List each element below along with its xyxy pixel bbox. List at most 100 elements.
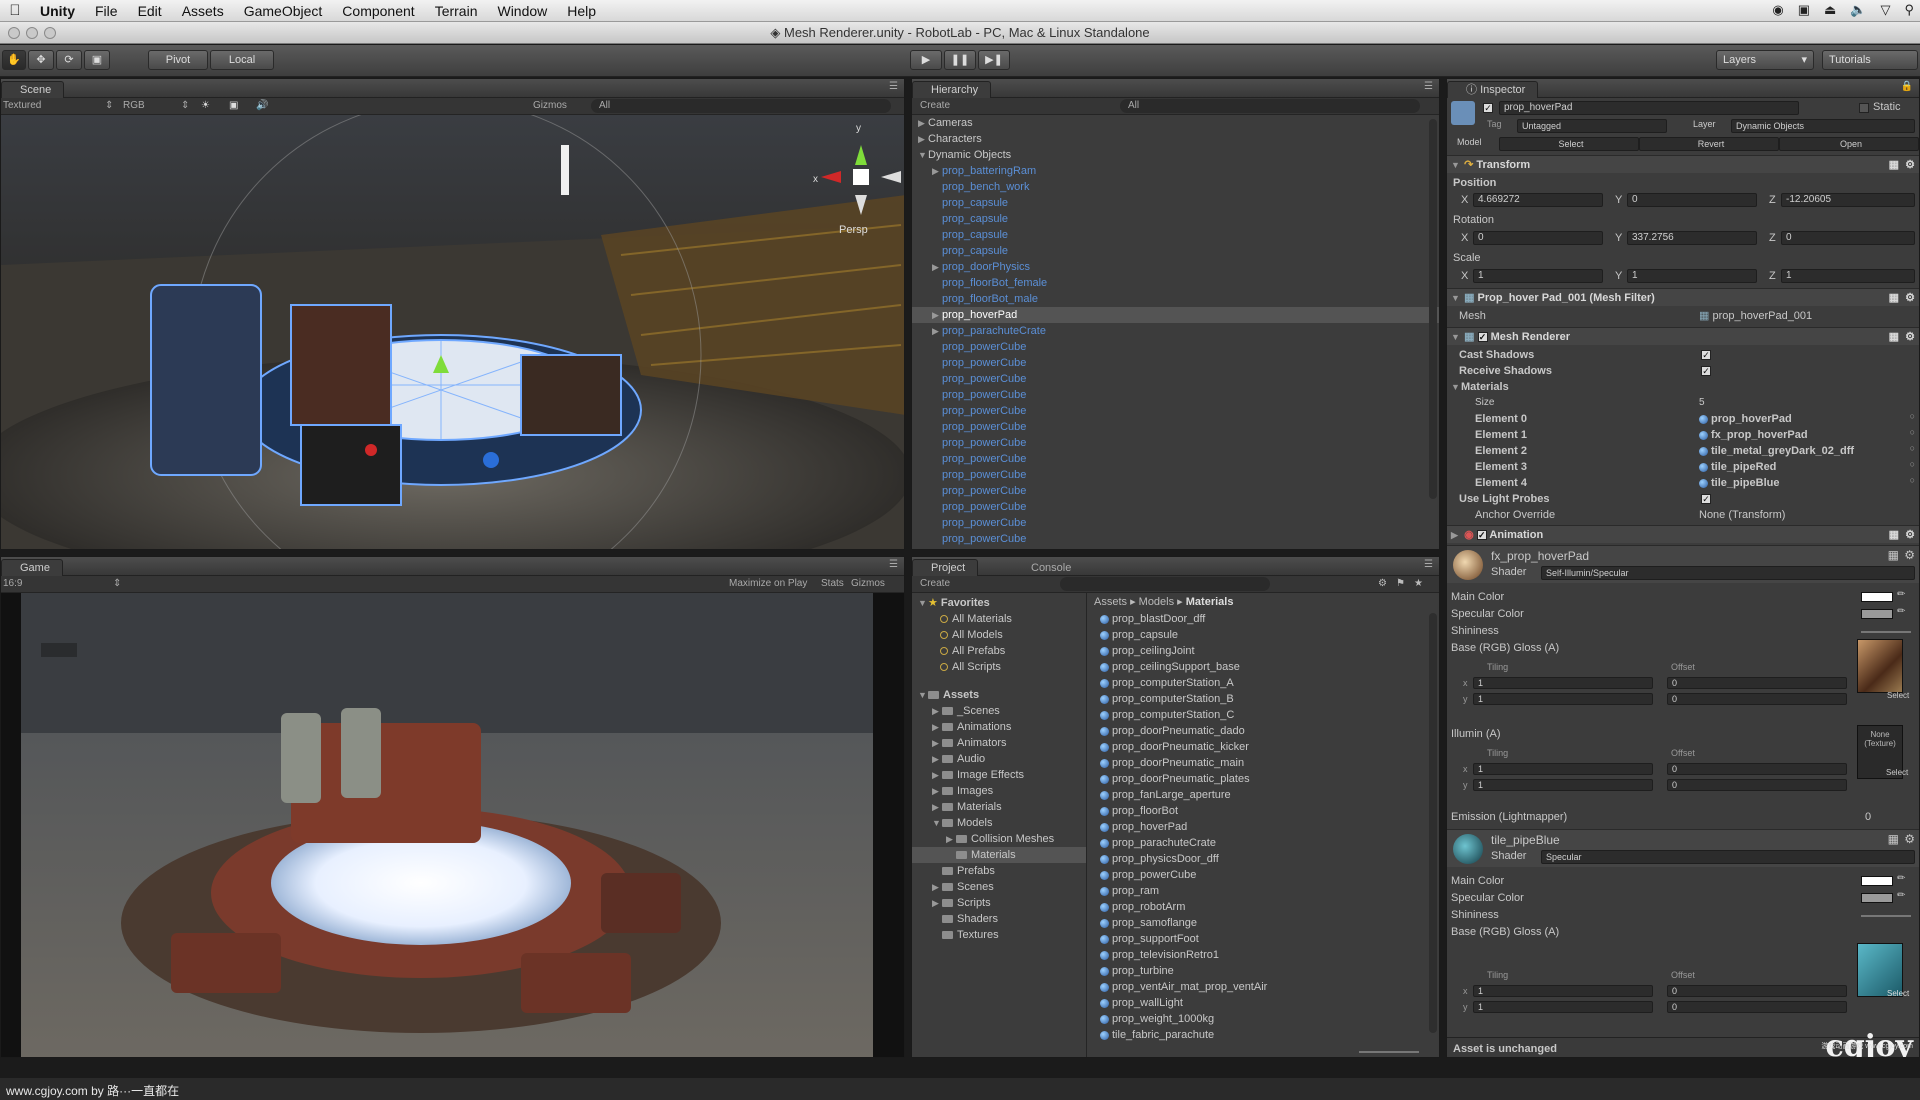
wifi-icon[interactable]: ▽ [1880,2,1890,18]
scene-image-icon[interactable]: ▣ [229,98,238,114]
local-toggle[interactable]: Local [210,50,274,70]
icon-size-slider[interactable] [1359,1051,1419,1053]
tab-console[interactable]: Console [1012,559,1084,576]
tiling-y-field[interactable]: 1 [1473,693,1653,705]
scale-x-field[interactable]: 1 [1473,269,1603,283]
position-x-field[interactable]: 4.669272 [1473,193,1603,207]
hierarchy-item[interactable]: ▶ prop_batteringRam [912,163,1439,179]
menu-edit[interactable]: Edit [128,3,172,19]
expand-arrow-icon[interactable]: ▼ [918,147,928,163]
main-color-swatch[interactable] [1861,876,1893,886]
materials-size-field[interactable]: 5 [1699,395,1919,411]
material-file-item[interactable]: prop_floorBot [1100,803,1427,819]
model-select-button[interactable]: Select [1499,137,1639,151]
lock-icon[interactable]: 🔒 [1901,81,1913,92]
tab-game[interactable]: Game [1,559,63,576]
hierarchy-item[interactable]: prop_powerCube [912,531,1439,547]
menu-gameobject[interactable]: GameObject [234,3,333,19]
material-element-field[interactable]: tile_pipeRed [1699,459,1919,475]
hierarchy-item[interactable]: prop_floorBot_male [912,291,1439,307]
folder-item[interactable]: ▶ Materials [912,799,1086,815]
favorite-item[interactable]: All Scripts [940,659,1086,675]
base-texture-select[interactable]: Select [1887,691,1909,700]
favorite-item[interactable]: All Materials [940,611,1086,627]
hierarchy-item[interactable]: ▶ Characters [912,131,1439,147]
rotate-tool-button[interactable]: ⟳ [56,50,82,70]
scene-audio-icon[interactable]: 🔊 [256,98,268,114]
hand-tool-button[interactable]: ✋ [2,50,26,70]
transform-header[interactable]: ▼ ↷ Transform ▦ ⚙ [1447,155,1919,173]
material-element-field[interactable]: tile_metal_greyDark_02_dff [1699,443,1919,459]
folder-item[interactable]: ▼ Models [912,815,1086,831]
material-file-item[interactable]: prop_computerStation_B [1100,691,1427,707]
expand-arrow-icon[interactable]: ▼ [918,595,928,611]
menu-file[interactable]: File [85,3,128,19]
hierarchy-item[interactable]: prop_powerCube [912,339,1439,355]
layer-dropdown[interactable]: Dynamic Objects [1731,119,1915,133]
panel-menu-icon[interactable]: ☰ [1424,81,1433,92]
material-pipe-blue-header[interactable]: tile_pipeBlue Shader Specular ▦ ⚙ [1447,829,1919,867]
maximize-on-play-toggle[interactable]: Maximize on Play [729,576,807,592]
hierarchy-scrollbar[interactable] [1429,119,1437,499]
breadcrumb-item[interactable]: Models [1139,596,1174,608]
folder-item[interactable]: ▶ Images [912,783,1086,799]
material-file-item[interactable]: prop_doorPneumatic_dado [1100,723,1427,739]
panel-menu-icon[interactable]: ☰ [889,559,898,570]
persp-label[interactable]: Persp [839,224,868,236]
hierarchy-item[interactable]: prop_powerCube [912,515,1439,531]
folder-item[interactable]: ▶ Animations [912,719,1086,735]
menu-help[interactable]: Help [557,3,606,19]
hierarchy-item[interactable]: prop_powerCube [912,467,1439,483]
component-gear-icon[interactable]: ⚙ [1905,328,1915,346]
hierarchy-item[interactable]: ▶ prop_parachuteCrate [912,323,1439,339]
base-texture-slot[interactable] [1857,639,1903,693]
menu-assets[interactable]: Assets [172,3,234,19]
camera-icon[interactable]: ▣ [1798,2,1810,18]
hierarchy-item[interactable]: prop_powerCube [912,371,1439,387]
game-gizmos-dropdown[interactable]: Gizmos [851,576,885,592]
object-picker-icon[interactable]: ○ [1910,427,1915,437]
hierarchy-item[interactable]: ▼Dynamic Objects [912,147,1439,163]
position-y-field[interactable]: 0 [1627,193,1757,207]
stats-toggle[interactable]: Stats [821,576,844,592]
material-file-item[interactable]: prop_ram [1100,883,1427,899]
material-file-item[interactable]: tile_fabric_parachute [1100,1027,1427,1043]
game-viewport[interactable] [1,593,904,1057]
component-gear-icon[interactable]: ⚙ [1904,548,1915,562]
hierarchy-item[interactable]: prop_powerCube [912,387,1439,403]
menu-window[interactable]: Window [487,3,557,19]
component-gear-icon[interactable]: ⚙ [1905,156,1915,174]
illumin-offset-x-field[interactable]: 0 [1667,763,1847,775]
active-checkbox[interactable]: ✓ [1483,103,1493,113]
project-search-input[interactable] [1060,577,1270,591]
folder-item[interactable]: ▶ Audio [912,751,1086,767]
material-file-item[interactable]: prop_ventAir_mat_prop_ventAir [1100,979,1427,995]
base-texture-select[interactable]: Select [1887,989,1909,998]
hierarchy-item[interactable]: prop_capsule [912,227,1439,243]
expand-arrow-icon[interactable]: ▶ [932,767,942,783]
animation-enabled-checkbox[interactable]: ✓ [1476,530,1487,541]
layout-dropdown[interactable]: Tutorials [1822,50,1918,70]
shader-dropdown[interactable]: Self-Illumin/Specular [1541,566,1915,580]
eyedropper-icon[interactable]: ✏ [1897,890,1905,901]
material-file-item[interactable]: prop_robotArm [1100,899,1427,915]
material-file-item[interactable]: prop_turbine [1100,963,1427,979]
rotation-y-field[interactable]: 337.2756 [1627,231,1757,245]
folder-item[interactable]: ▶ Collision Meshes [912,831,1086,847]
assets-header[interactable]: ▼ Assets [918,687,1086,703]
window-minimize-button[interactable] [26,27,38,39]
folder-item[interactable]: Shaders [912,911,1086,927]
eyedropper-icon[interactable]: ✏ [1897,589,1905,600]
breadcrumb-item[interactable]: Materials [1186,596,1234,608]
model-open-button[interactable]: Open [1779,137,1919,151]
hierarchy-item[interactable]: prop_capsule [912,211,1439,227]
material-file-item[interactable]: prop_televisionRetro1 [1100,947,1427,963]
folder-item[interactable]: ▶ Image Effects [912,767,1086,783]
expand-arrow-icon[interactable]: ▶ [932,259,942,275]
rotation-x-field[interactable]: 0 [1473,231,1603,245]
hierarchy-item[interactable]: ▶ prop_doorPhysics [912,259,1439,275]
hierarchy-item[interactable]: prop_floorBot_female [912,275,1439,291]
expand-arrow-icon[interactable]: ▶ [918,115,928,131]
favorite-item[interactable]: All Models [940,627,1086,643]
object-name-field[interactable]: prop_hoverPad [1499,101,1799,115]
